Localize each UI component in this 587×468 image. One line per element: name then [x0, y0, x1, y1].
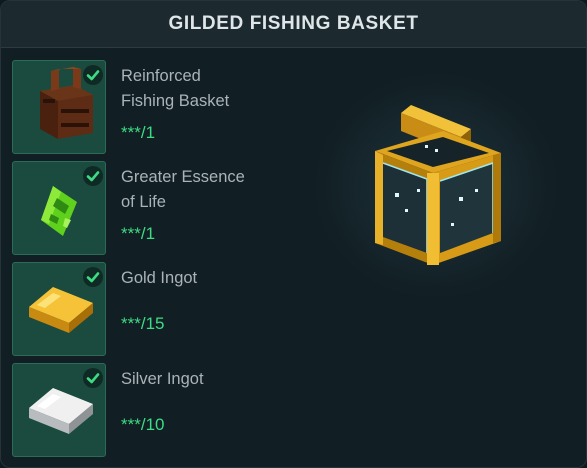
ingredient-row[interactable]: Greater Essence of Life ***/1 — [12, 161, 272, 255]
ingredient-row[interactable]: Silver Ingot ***/10 — [12, 363, 272, 457]
completed-check-icon — [83, 267, 103, 287]
item-slot[interactable] — [12, 262, 106, 356]
ingredient-quantity: ***/1 — [121, 123, 156, 142]
ingredient-row[interactable]: Gold Ingot ***/15 — [12, 262, 272, 356]
ingredient-quantity: ***/10 — [121, 415, 165, 434]
completed-check-icon — [83, 65, 103, 85]
item-slot[interactable] — [12, 60, 106, 154]
ingredient-name: Silver Ingot — [121, 370, 204, 388]
header: GILDED FISHING BASKET — [1, 1, 586, 48]
ingredient-name: Greater Essence of Life — [121, 168, 245, 211]
item-slot[interactable] — [12, 161, 106, 255]
completed-check-icon — [83, 368, 103, 388]
ingredient-row[interactable]: Reinforced Fishing Basket ***/1 — [12, 60, 272, 154]
gilded-fishing-basket-icon — [375, 105, 501, 265]
ingredient-quantity: ***/1 — [121, 224, 156, 243]
ingredient-name: Gold Ingot — [121, 269, 198, 287]
page-title: GILDED FISHING BASKET — [168, 13, 419, 34]
ingredient-quantity: ***/15 — [121, 314, 165, 333]
completed-check-icon — [83, 166, 103, 186]
ingredient-name: Reinforced Fishing Basket — [121, 67, 230, 110]
item-slot[interactable] — [12, 363, 106, 457]
crafting-card: GILDED FISHING BASKET Reinforced Fishing… — [0, 0, 587, 468]
